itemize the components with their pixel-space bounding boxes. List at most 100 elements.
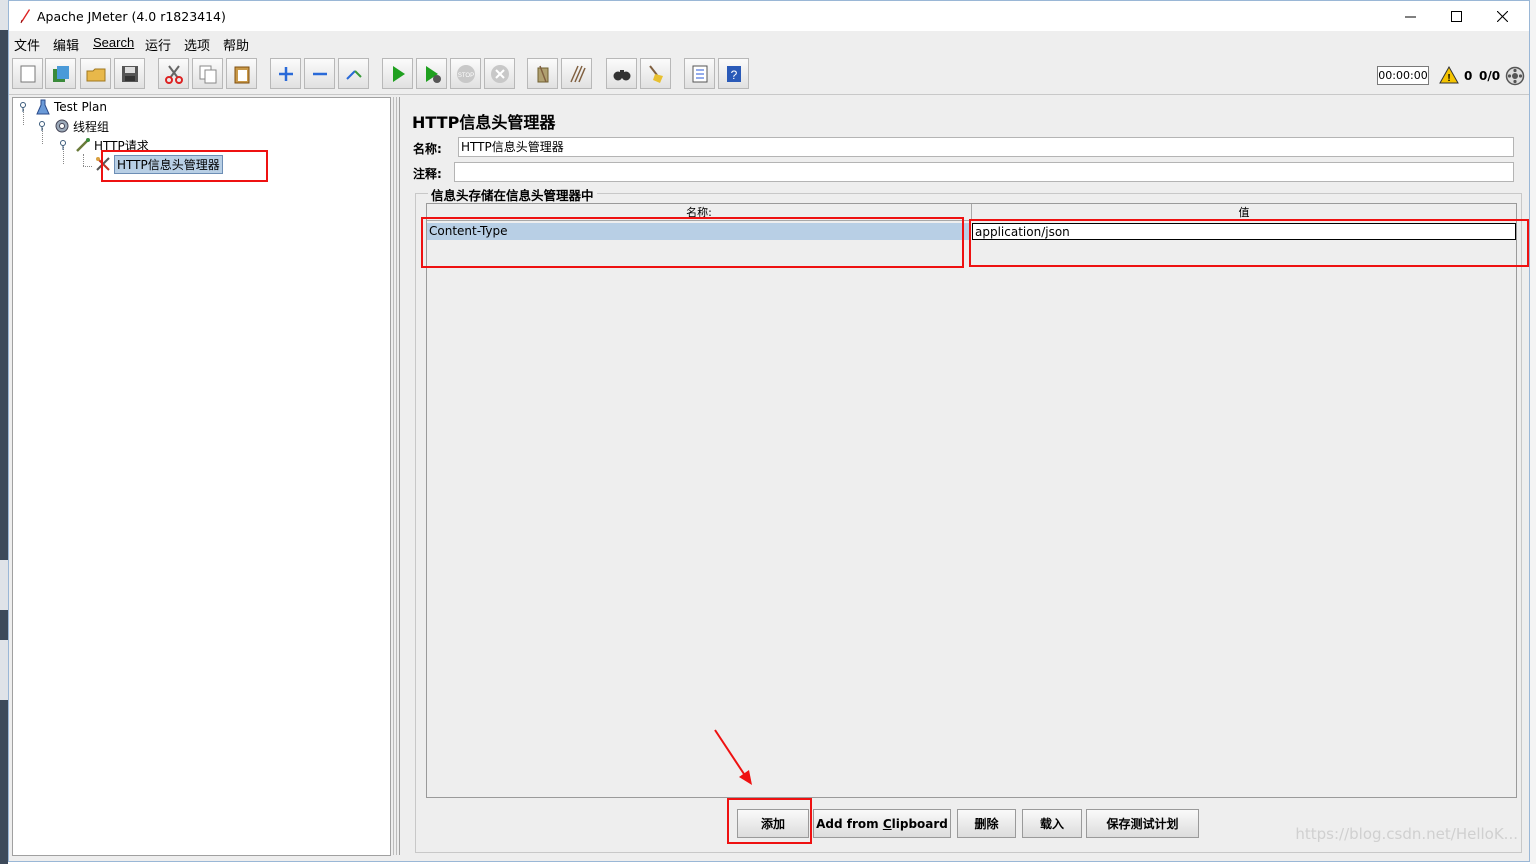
copy-icon: [199, 65, 216, 83]
svg-text:STOP: STOP: [457, 73, 473, 79]
desktop-background-left: [0, 0, 8, 864]
highlight-annotation-add-button: [727, 798, 812, 844]
menu-run[interactable]: 运行: [145, 35, 171, 54]
open-icon: [86, 68, 105, 81]
comment-label: 注释:: [413, 167, 442, 181]
search-button[interactable]: [606, 58, 637, 89]
header-manager-panel: HTTP信息头管理器 名称: HTTP信息头管理器 注释: 信息头存储在信息头管…: [399, 97, 1529, 855]
function-helper-icon: [692, 65, 707, 82]
elapsed-timer: 00:00:00: [1377, 66, 1429, 85]
svg-text:?: ?: [730, 68, 737, 82]
minimize-button[interactable]: [1387, 1, 1433, 31]
clear-button[interactable]: [527, 58, 558, 89]
jmeter-window: Apache JMeter (4.0 r1823414) 文件 编辑 Searc…: [8, 0, 1530, 862]
menu-file[interactable]: 文件: [14, 35, 40, 54]
title-bar: Apache JMeter (4.0 r1823414): [9, 1, 1529, 31]
clear-all-button[interactable]: [561, 58, 592, 89]
paste-icon: [234, 66, 249, 83]
menu-search[interactable]: Search: [93, 35, 134, 50]
close-button[interactable]: [1479, 1, 1525, 31]
start-no-pause-icon: [425, 65, 441, 83]
clear-icon: [537, 65, 548, 82]
copy-button[interactable]: [192, 58, 223, 89]
new-button[interactable]: [12, 58, 43, 89]
page-title: HTTP信息头管理器: [412, 113, 556, 132]
expand-icon: [278, 66, 293, 81]
start-no-pause-button[interactable]: [416, 58, 447, 89]
help-button[interactable]: ?: [718, 58, 749, 89]
name-field[interactable]: HTTP信息头管理器: [458, 137, 1514, 157]
shutdown-button[interactable]: [484, 58, 515, 89]
name-label: 名称:: [413, 142, 442, 156]
collapse-button[interactable]: [304, 58, 335, 89]
collapse-icon: [312, 72, 327, 75]
function-helper-button[interactable]: [684, 58, 715, 89]
tree-expand-toggle-icon[interactable]: [58, 140, 68, 150]
shutdown-icon: [490, 64, 509, 83]
annotation-arrow: [714, 729, 752, 785]
warning-icon[interactable]: !: [1439, 66, 1459, 84]
menu-help[interactable]: 帮助: [223, 35, 249, 54]
comment-field[interactable]: [454, 162, 1514, 182]
desktop-background-right: [1530, 0, 1536, 864]
highlight-annotation-tree: [101, 150, 268, 182]
window-title: Apache JMeter (4.0 r1823414): [37, 9, 226, 24]
start-button[interactable]: [382, 58, 413, 89]
tree-node-label: 线程组: [73, 119, 110, 134]
add-from-clipboard-prefix: Add from: [816, 816, 883, 831]
load-button[interactable]: 载入: [1022, 809, 1082, 838]
menu-bar: 文件 编辑 Search 运行 选项 帮助: [9, 31, 1529, 54]
cut-button[interactable]: [158, 58, 189, 89]
add-from-clipboard-button[interactable]: Add from Clipboard: [813, 809, 951, 838]
jmeter-feather-icon: [20, 9, 30, 24]
error-count: 0: [1464, 69, 1473, 83]
start-icon: [392, 65, 405, 82]
tree-connector: [83, 154, 84, 166]
toolbar: STOP ?: [9, 54, 1529, 95]
tree-node-label: Test Plan: [54, 100, 107, 114]
menu-edit[interactable]: 编辑: [53, 35, 79, 54]
active-thread-count: 0/0: [1479, 69, 1501, 83]
toggle-icon: [345, 69, 362, 80]
open-button[interactable]: [80, 58, 111, 89]
headers-group-title: 信息头存储在信息头管理器中: [428, 185, 597, 204]
highlight-annotation-value-column: [969, 219, 1529, 267]
help-icon: ?: [726, 65, 741, 82]
headers-table: 名称: 值 Content-Type application/json: [426, 203, 1517, 798]
http-sampler-icon: [76, 138, 90, 152]
test-plan-icon: [36, 99, 50, 115]
maximize-icon: [1450, 10, 1462, 22]
tree-node-test-plan[interactable]: Test Plan: [35, 98, 107, 116]
add-from-clipboard-mnemonic: C: [882, 816, 892, 831]
save-as-button[interactable]: 保存测试计划: [1086, 809, 1199, 838]
templates-icon: [52, 65, 69, 82]
tree-expand-toggle-icon[interactable]: [37, 121, 47, 131]
test-plan-tree: Test Plan 线程组 HTTP请求 HTTP信息头管理器: [12, 97, 391, 856]
stop-button[interactable]: STOP: [450, 58, 481, 89]
clear-all-icon: [569, 65, 586, 82]
maximize-button[interactable]: [1433, 1, 1479, 31]
reset-search-icon: [648, 64, 663, 83]
thread-group-icon: [55, 119, 69, 133]
stop-icon: STOP: [456, 64, 475, 83]
paste-button[interactable]: [226, 58, 257, 89]
reset-search-button[interactable]: [640, 58, 671, 89]
menu-options[interactable]: 选项: [184, 35, 210, 54]
watermark: https://blog.csdn.net/HelloK...: [1295, 825, 1518, 843]
tree-node-thread-group[interactable]: 线程组: [54, 117, 109, 135]
delete-button[interactable]: 删除: [957, 809, 1016, 838]
split-pane-divider[interactable]: [391, 97, 398, 855]
remote-status-icon: [1505, 66, 1525, 86]
toggle-button[interactable]: [338, 58, 369, 89]
minimize-icon: [1404, 16, 1416, 17]
save-button[interactable]: [114, 58, 145, 89]
templates-button[interactable]: [45, 58, 76, 89]
tree-expand-toggle-icon[interactable]: [18, 102, 28, 112]
tree-connector: [83, 166, 92, 167]
save-icon: [121, 65, 138, 82]
add-from-clipboard-suffix: lipboard: [891, 816, 948, 831]
new-icon: [20, 65, 35, 82]
svg-text:!: !: [1447, 73, 1450, 84]
expand-button[interactable]: [270, 58, 301, 89]
search-icon: [613, 69, 630, 80]
